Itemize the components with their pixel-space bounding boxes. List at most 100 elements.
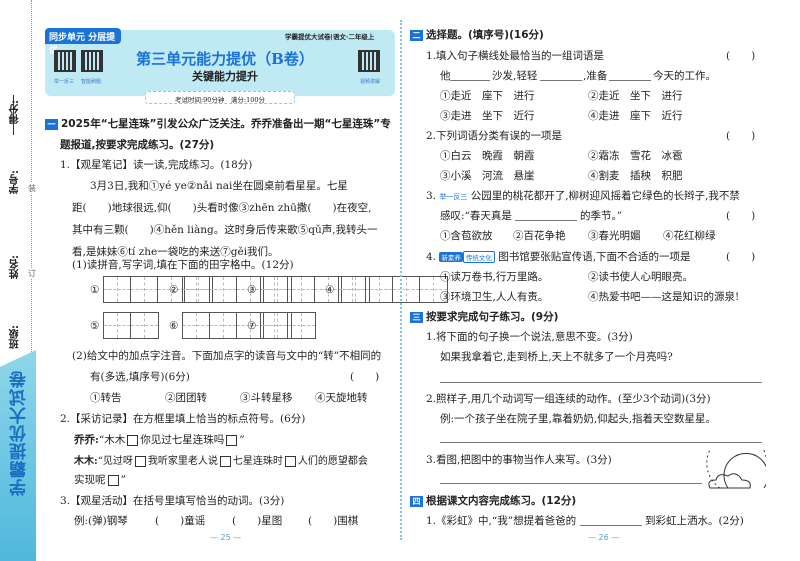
writing-grid[interactable] [338, 276, 448, 303]
fill-item[interactable]: ( )星图 [232, 513, 282, 528]
punct-box[interactable] [107, 474, 119, 486]
option: ③环境卫生,人人有责。 [440, 291, 549, 303]
text: “见过呀 [97, 456, 133, 467]
page-title: 第三单元能力提优（B卷） [136, 50, 314, 68]
blank-line[interactable] [609, 80, 651, 81]
cut-mark: 订 [28, 268, 36, 279]
answer-line[interactable] [440, 382, 762, 383]
section-3-heading: 三按要求完成句子练习。(9分) [410, 309, 558, 324]
answer-blank[interactable]: ( ) [726, 48, 755, 63]
student-id-label: 学号: [10, 170, 21, 194]
text: 人们的愿望都会 [297, 456, 368, 467]
page-subtitle: 关键能力提升 [192, 70, 258, 83]
writing-grid[interactable] [260, 312, 316, 339]
brand-logo: 学霸提优大试卷 [10, 370, 30, 496]
qr-code-icon[interactable] [81, 50, 103, 72]
text: 如果我拿着它,走到桥上,天上不就多了一个月亮吗? [440, 351, 673, 363]
question-4: 4. 新素养 传统文化 图书馆要张贴宣传语,下面不合适的一项是 [426, 249, 691, 264]
question-3: 3.看图,把图中的事物当作人来写。(3分) [426, 454, 612, 466]
sun-cloud-illustration [706, 450, 766, 489]
question-1-2: (2)给文中的加点字注音。下面加点字的读音与文中的“转”不相同的 [72, 350, 382, 362]
page-number: — 25 — [210, 533, 242, 542]
blank-line[interactable] [540, 80, 582, 81]
qr-code-icon[interactable] [358, 50, 380, 72]
text: 感叹:“春天真是 [440, 210, 512, 222]
text: 例:一个孩子坐在院子里,靠着奶奶,仰起头,指着天空数星星。 [440, 413, 717, 425]
passage-line: 其中有三颗( )④hěn liàng。这时身后传来歌⑤qǔ声,我转头一 [72, 224, 378, 236]
fill-item[interactable]: ( )童谣 [155, 513, 205, 528]
section-number: 四 [410, 495, 423, 507]
answer-blank[interactable]: ( ) [726, 249, 755, 264]
answer-line[interactable] [440, 483, 702, 484]
qr-code-icon[interactable] [54, 50, 76, 72]
section-text: 2025年“七星连珠”引发公众广泛关注。乔乔准备出一期“七星连珠”专 [61, 118, 391, 130]
option: ④热爱书吧——这是知识的源泉! [588, 291, 740, 303]
text: 实现呢 [74, 474, 106, 486]
blank-line[interactable] [515, 220, 577, 221]
answer-blank[interactable]: ( ) [726, 208, 755, 223]
exam-info: 考试时间:90分钟 满分:100分 [145, 91, 295, 104]
question-2: 2.【采访记录】在方框里填上恰当的标点符号。(6分) [60, 413, 306, 425]
text: 到彩虹上洒水。(2分) [645, 515, 744, 527]
grid-label: ⑤ [90, 320, 100, 332]
answer-blank[interactable]: ( ) [726, 128, 755, 143]
question-1: 1.填入句子横线处最恰当的一组词语是 [426, 50, 605, 62]
writing-grid[interactable] [103, 312, 159, 339]
grid-label: ⑥ [169, 320, 179, 332]
question-1-1: (1)读拼音,写字词,填在下面的田字格中。(12分) [72, 259, 294, 271]
text: 公园里的桃花都开了,柳树迎风摇着它绿色的长辫子,我不禁 [470, 190, 740, 202]
option: ②百花争艳 [513, 230, 566, 242]
answer-blank[interactable]: ( ) [350, 369, 379, 384]
cut-mark: 装 [28, 183, 36, 194]
option: ④天旋地转 [315, 392, 368, 404]
grid-label: ③ [247, 284, 257, 296]
option: ①读万卷书,行万里路。 [440, 271, 549, 283]
exam-time: 考试时间:90分钟 [174, 96, 225, 104]
qr-caption: 举一反三 [54, 79, 75, 85]
text: 的季节。” [580, 210, 623, 222]
qr-caption: 智能刷题 [81, 79, 102, 85]
text: 我听家里老人说 [147, 456, 218, 467]
section-4-heading: 四根据课文内容完成练习。(12分) [410, 493, 576, 508]
option: ②读书使人心明眼亮。 [588, 271, 693, 283]
punct-box[interactable] [134, 456, 146, 467]
punct-box[interactable] [284, 456, 296, 467]
option: ④花红柳绿 [663, 230, 716, 242]
blank-line[interactable] [450, 80, 490, 81]
section-text: 根据课文内容完成练习。(12分) [426, 495, 577, 507]
option: ②团团转 [165, 392, 207, 404]
answer-line[interactable] [440, 442, 762, 443]
section-text: 按要求完成句子练习。(9分) [426, 311, 559, 323]
passage-line: 距( )地球很远,仰( )头看时像③zhēn zhū撒( )在夜空, [72, 202, 372, 214]
section-text: 题报道,按要求完成练习。(27分) [60, 139, 215, 151]
text: 4. [426, 251, 437, 263]
fill-item[interactable]: ( )围棋 [308, 513, 358, 528]
section-number: 三 [410, 311, 423, 323]
example: 例:(弹)钢琴 [74, 515, 128, 527]
page-number: — 26 — [588, 533, 620, 542]
punct-box[interactable] [219, 456, 231, 467]
question-2: 2.下列词语分类有误的一项是 [426, 130, 563, 142]
grid-label: ① [90, 284, 100, 296]
series-label: 学霸提优大试卷|语文·二年级上 [285, 33, 375, 41]
option: ①含苞欲放 [440, 230, 493, 242]
option: ①转告 [90, 392, 122, 404]
option: ③斗转星移 [240, 392, 293, 404]
blank-line[interactable] [580, 525, 642, 526]
text: 他 [440, 70, 451, 82]
text: 沙发,轻轻 [492, 70, 538, 82]
grid-label: ⑦ [247, 320, 257, 332]
grid-label: ② [169, 284, 179, 296]
page-divider [400, 20, 402, 540]
dialogue-line: 木木:“见过呀 我听家里老人说 七星连珠时 人们的愿望都会 [74, 452, 368, 467]
text: 3. [426, 190, 437, 202]
punct-box[interactable] [127, 434, 139, 446]
section-2-heading: 二选择题。(填序号)(16分) [410, 27, 544, 42]
option: ④走进 座下 近行 [588, 110, 683, 122]
option: ③春光明媚 [588, 230, 641, 242]
question-3: 3.【观星活动】在括号里填写恰当的动词。(3分) [60, 495, 285, 507]
punct-box[interactable] [226, 434, 238, 446]
text: “木木 [98, 434, 126, 446]
dialogue-line: 乔乔:“木木 你见过七星连珠吗 ” [74, 432, 245, 447]
exam-score: 满分:100分 [230, 96, 266, 104]
